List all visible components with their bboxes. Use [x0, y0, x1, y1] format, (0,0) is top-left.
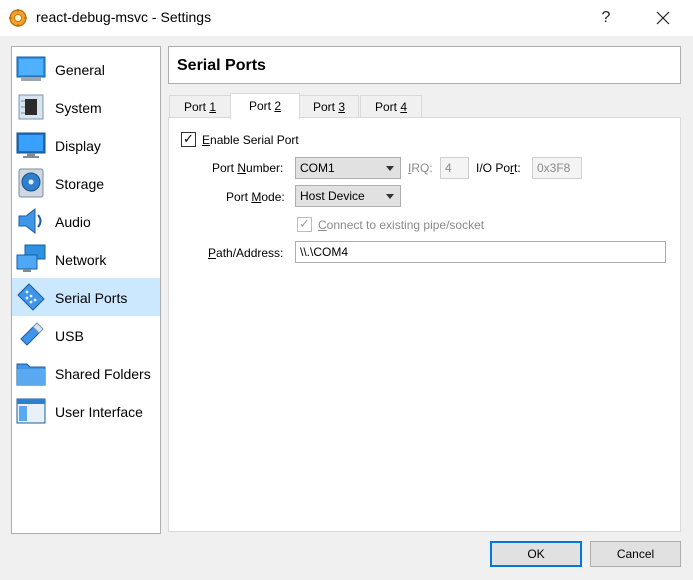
- label-text: onnect to existing pipe/socket: [326, 218, 485, 232]
- sidebar-item-shared-folders[interactable]: Shared Folders: [12, 354, 160, 392]
- field-value: 4: [445, 161, 452, 175]
- tab-mnemonic: 3: [338, 100, 346, 114]
- display-monitor-icon: [16, 132, 46, 158]
- label-text: RQ:: [411, 161, 433, 175]
- port-number-select[interactable]: COM1: [295, 157, 401, 179]
- sidebar-item-label: Network: [55, 252, 107, 268]
- serial-port-tab-panel: [168, 117, 681, 532]
- connect-existing-pipe-checkbox[interactable]: ✓: [297, 216, 312, 232]
- tab-label: Port: [248, 99, 275, 113]
- enable-serial-port-checkbox[interactable]: ✓: [181, 131, 196, 147]
- label-text: Port: [226, 190, 252, 204]
- system-chip-icon: [18, 94, 44, 120]
- serial-port-icon: [17, 283, 45, 311]
- network-icon: [16, 244, 46, 272]
- label-text: nable Serial Port: [210, 133, 299, 147]
- checkmark-icon: ✓: [299, 216, 310, 231]
- user-interface-icon: [16, 398, 46, 424]
- virtualbox-app-icon: [9, 9, 27, 27]
- close-button[interactable]: [640, 0, 686, 36]
- io-port-label: I/O Port:: [476, 161, 521, 175]
- ok-button[interactable]: OK: [490, 541, 582, 567]
- settings-sidebar: General System Display Storage Audio Net…: [11, 46, 161, 534]
- label-text: I/O Po: [476, 161, 511, 175]
- label-text: Port: [212, 161, 238, 175]
- irq-field[interactable]: 4: [440, 157, 469, 179]
- label-text: umber:: [246, 161, 284, 175]
- general-icon: [16, 56, 46, 81]
- audio-speaker-icon: [18, 207, 42, 235]
- tab-label: Port: [312, 100, 339, 114]
- tab-port-3[interactable]: Port 3: [299, 95, 359, 118]
- checkmark-icon: ✓: [183, 131, 194, 146]
- tab-mnemonic: 2: [274, 99, 282, 113]
- label-text: ode:: [261, 190, 285, 204]
- page-title: Serial Ports: [177, 57, 266, 74]
- irq-label: IRQ:: [408, 161, 433, 175]
- field-value: 0x3F8: [537, 161, 571, 175]
- label-text: ath/Address:: [216, 246, 284, 260]
- path-address-label: Path/Address:: [208, 246, 283, 260]
- tab-label: Port: [374, 100, 401, 114]
- port-number-label: Port Number:: [212, 161, 283, 175]
- sidebar-item-system[interactable]: System: [12, 88, 160, 126]
- mnemonic: M: [251, 190, 262, 204]
- title-bar: react-debug-msvc - Settings ?: [0, 0, 693, 36]
- sidebar-item-label: Display: [55, 138, 101, 154]
- sidebar-item-user-interface[interactable]: User Interface: [12, 392, 160, 430]
- tab-port-1[interactable]: Port 1: [169, 95, 231, 118]
- field-value: \\.\COM4: [300, 245, 349, 259]
- sidebar-item-general[interactable]: General: [12, 50, 160, 88]
- sidebar-item-label: Audio: [55, 214, 91, 230]
- sidebar-item-label: System: [55, 100, 102, 116]
- sidebar-item-audio[interactable]: Audio: [12, 202, 160, 240]
- sidebar-item-label: Serial Ports: [55, 290, 128, 306]
- sidebar-item-label: General: [55, 62, 105, 78]
- cancel-button[interactable]: Cancel: [590, 541, 681, 567]
- shared-folder-icon: [16, 363, 46, 386]
- path-address-input[interactable]: \\.\COM4: [295, 241, 666, 263]
- sidebar-item-storage[interactable]: Storage: [12, 164, 160, 202]
- select-value: Host Device: [300, 189, 365, 203]
- page-header: Serial Ports: [168, 46, 681, 84]
- tab-label: Port: [183, 100, 210, 114]
- connect-existing-pipe-label[interactable]: Connect to existing pipe/socket: [318, 218, 484, 232]
- mnemonic: C: [318, 218, 327, 232]
- mnemonic: P: [208, 246, 217, 260]
- sidebar-item-label: User Interface: [55, 404, 143, 420]
- window-title: react-debug-msvc - Settings: [36, 9, 212, 25]
- mnemonic: E: [202, 133, 211, 147]
- sidebar-item-display[interactable]: Display: [12, 126, 160, 164]
- sidebar-item-label: Storage: [55, 176, 105, 192]
- dropdown-arrow-icon: [386, 166, 394, 171]
- io-port-field[interactable]: 0x3F8: [532, 157, 582, 179]
- sidebar-item-usb[interactable]: USB: [12, 316, 160, 354]
- storage-disk-icon: [18, 168, 44, 198]
- sidebar-item-serial-ports[interactable]: Serial Ports: [12, 278, 160, 316]
- tab-mnemonic: 4: [400, 100, 408, 114]
- sidebar-item-label: Shared Folders: [55, 366, 151, 382]
- help-button[interactable]: ?: [583, 0, 629, 36]
- enable-serial-port-label[interactable]: Enable Serial Port: [202, 133, 299, 147]
- port-mode-label: Port Mode:: [226, 190, 285, 204]
- tab-port-4[interactable]: Port 4: [360, 95, 422, 118]
- mnemonic: N: [237, 161, 247, 175]
- tab-mnemonic: 1: [209, 100, 217, 114]
- port-mode-select[interactable]: Host Device: [295, 185, 401, 207]
- label-text: t:: [514, 161, 521, 175]
- close-icon: [656, 11, 670, 25]
- sidebar-item-label: USB: [55, 328, 84, 344]
- sidebar-item-network[interactable]: Network: [12, 240, 160, 278]
- tab-port-2[interactable]: Port 2: [230, 93, 300, 119]
- select-value: COM1: [300, 161, 335, 175]
- usb-icon: [20, 322, 44, 346]
- dropdown-arrow-icon: [386, 194, 394, 199]
